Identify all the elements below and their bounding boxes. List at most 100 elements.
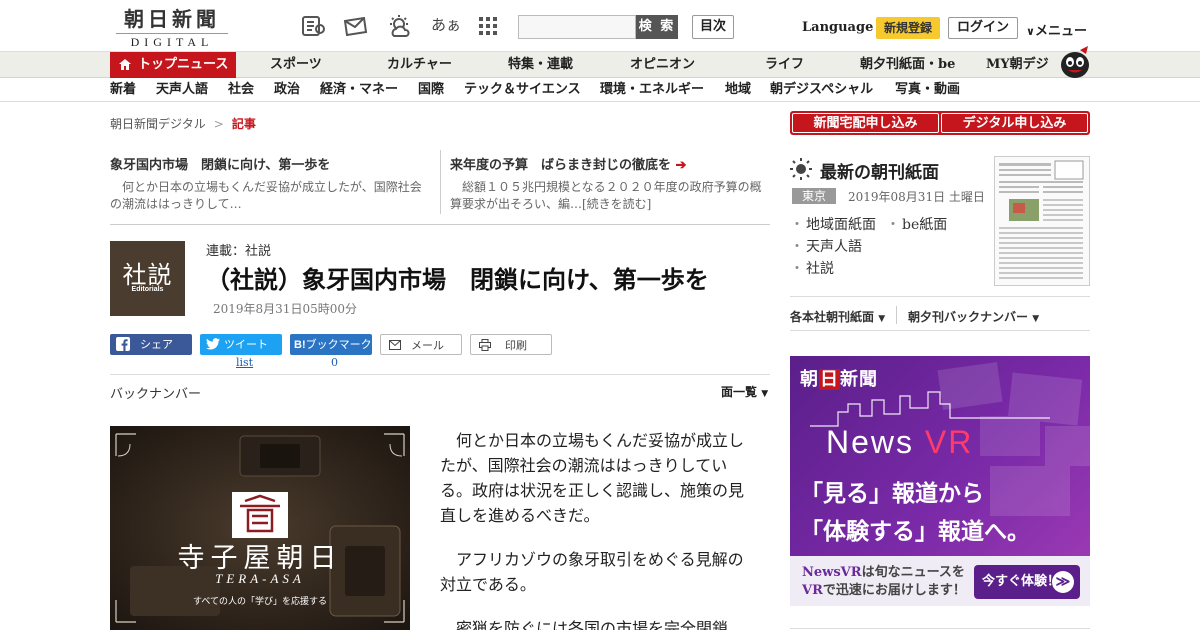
related-article[interactable]: 来年度の予算 ばらまき封じの徹底を ➔ 総額１０５兆円規模となる２０２０年度の政… [450,154,770,213]
subnav-item[interactable]: 環境・エネルギー [600,78,704,102]
related-title[interactable]: 象牙国内市場 閉鎖に向け、第一歩を [110,154,428,173]
subnav-item[interactable]: テック＆サイエンス [464,78,581,102]
terakoya-promo-banner[interactable]: 寺子屋朝日 TERA-ASA すべての人の「学び」を応援する [110,426,410,630]
vr-ad-title-news: News [826,424,925,460]
search-input[interactable] [518,15,636,39]
newspaper-delivery-button[interactable]: 新聞宅配申し込み [792,113,939,133]
nav-item-features[interactable]: 特集・連載 [508,52,573,78]
paper-link-be[interactable]: be紙面 [886,214,947,234]
backnumber-dropdown[interactable]: 朝夕刊バックナンバー ▼ [908,308,1039,325]
main-nav: トップニュース スポーツ カルチャー 特集・連載 オピニオン ライフ 朝夕刊紙面… [0,52,1200,78]
paper-date: 2019年08月31日 土曜日 [848,190,985,204]
breadcrumb-current: 記事 [231,117,256,131]
weather-icon[interactable] [386,14,412,38]
mail-share-button[interactable]: メール [380,334,462,355]
hatena-count[interactable]: 0 [331,356,338,369]
home-icon [119,59,131,70]
hatena-bookmark-button[interactable]: B!ブックマーク [290,334,372,355]
nav-item-my[interactable]: MY朝デジ [986,52,1049,78]
font-size-icon[interactable]: あぁ [431,14,461,35]
promo-tagline: すべての人の「学び」を応援する [192,597,327,607]
nav-item-sports[interactable]: スポーツ [270,52,322,78]
try-now-button[interactable]: 今すぐ体験！ ≫ [974,565,1080,599]
digital-subscribe-button[interactable]: デジタル申し込み [941,113,1088,133]
grid-menu-icon[interactable] [478,16,504,40]
paper-link-local[interactable]: 地域面紙面 [790,214,876,234]
hatena-icon: B! [294,339,306,351]
subnav-item[interactable]: 朝デジスペシャル [770,78,873,102]
share-label: メール [411,339,444,352]
facebook-share-button[interactable]: シェア [110,334,192,355]
subnav-item[interactable]: 写真・動画 [895,78,960,102]
paper-link-editorial[interactable]: 社説 [790,258,834,278]
site-header: 朝日新聞 DIGITAL あぁ 検 索 目次 Language 新規登録 ログイ… [0,0,1200,52]
print-button[interactable]: 印刷 [470,334,552,355]
region-badge[interactable]: 東京 [792,188,836,204]
mail-icon[interactable] [342,14,368,38]
regional-paper-dropdown[interactable]: 各本社朝刊紙面 ▼ [790,308,885,325]
related-article[interactable]: 象牙国内市場 閉鎖に向け、第一歩を 何とか日本の立場もくんだ妥協が成立したが、国… [110,154,428,213]
share-label: 印刷 [505,339,527,352]
paper-link-tenseijingo[interactable]: 天声人語 [790,236,862,256]
vr-ad-footer: NewsVRは旬なニュースを VRで迅速にお届けします！ 今すぐ体験！ ≫ [790,556,1090,606]
subnav-item[interactable]: 国際 [418,78,444,102]
vr-ad-footer-line: で迅速にお届けします！ [822,583,966,598]
news-vr-ad[interactable]: 朝日新聞 News VR 「見る」報道から 「体験する」報道へ。 NewsVRは… [790,356,1090,606]
nav-item-top-news[interactable]: トップニュース [110,52,236,78]
vr-ad-footer-line: は旬なニュースを [861,565,965,580]
logo-en: DIGITAL [116,33,228,50]
nav-item-opinion[interactable]: オピニオン [630,52,695,78]
newspaper-front-page-thumbnail[interactable] [994,156,1090,286]
dropdown-label: 各本社朝刊紙面 [790,310,875,324]
search-button[interactable]: 検 索 [636,15,678,39]
subnav-item[interactable]: 政治 [274,78,300,102]
twitter-share-button[interactable]: ツイート [200,334,282,355]
series-link[interactable]: 連載：社説 [206,240,271,259]
menu-label: メニュー [1034,24,1087,39]
site-logo[interactable]: 朝日新聞 DIGITAL [116,7,228,50]
subnav-item[interactable]: 経済・マネー [320,78,398,102]
related-excerpt: 何とか日本の立場もくんだ妥協が成立したが、国際社会の潮流ははっきりして… [110,180,422,211]
vr-ad-brand-b: 日 [819,369,840,390]
language-link[interactable]: Language [802,20,873,35]
menu-button[interactable]: ∨メニュー [1026,20,1087,39]
subnav-item[interactable]: 地域 [725,78,751,102]
nav-item-life[interactable]: ライフ [765,52,804,78]
login-button[interactable]: ログイン [948,17,1018,39]
vr-ad-footer-text: NewsVRは旬なニュースを VRで迅速にお届けします！ [802,564,966,600]
article-date: 2019年8月31日05時00分 [213,302,357,316]
divider [790,628,1090,629]
contents-button[interactable]: 目次 [692,15,734,39]
register-button[interactable]: 新規登録 [876,17,940,39]
caret-down-icon: ▼ [878,314,886,324]
twitter-count[interactable]: list [236,356,253,369]
mascot-icon[interactable] [1058,44,1092,78]
promo-brand: 寺子屋朝日 [177,543,343,574]
thumbnail-kanji: 社説 [122,261,173,289]
caret-down-icon: ▼ [761,389,769,399]
subnav-item[interactable]: 新着 [110,78,136,102]
subnav-item[interactable]: 天声人語 [156,78,208,102]
article-paragraph: アフリカゾウの象牙取引をめぐる見解の対立である。 [440,550,744,594]
subnav-item[interactable]: 社会 [228,78,254,102]
nav-item-paper[interactable]: 朝夕刊紙面・be [860,52,955,78]
sun-icon [790,158,812,180]
newspaper-icon[interactable] [300,14,326,38]
divider [440,150,441,214]
editorial-thumbnail: 社説 Editorials [110,241,185,316]
backnumber-link[interactable]: バックナンバー [110,383,201,402]
page-list-dropdown[interactable]: 面一覧 ▼ [721,383,768,400]
dropdown-label: 朝夕刊バックナンバー [908,310,1029,324]
nav-item-culture[interactable]: カルチャー [387,52,452,78]
related-title[interactable]: 来年度の予算 ばらまき封じの徹底を ➔ [450,154,770,173]
article-headline: （社説）象牙国内市場 閉鎖に向け、第一歩を [206,265,709,294]
logo-jp: 朝日新聞 [124,7,220,31]
share-label: シェア [140,338,173,351]
twitter-icon [206,338,220,350]
thumbnail-en: Editorials [131,286,164,293]
vr-ad-title-vr: VR [924,424,974,460]
vr-ad-brand-a: 朝 [800,369,819,390]
divider [790,296,1090,297]
breadcrumb-home[interactable]: 朝日新聞デジタル [110,117,206,131]
vr-ad-brand: 朝日新聞 [800,365,878,391]
